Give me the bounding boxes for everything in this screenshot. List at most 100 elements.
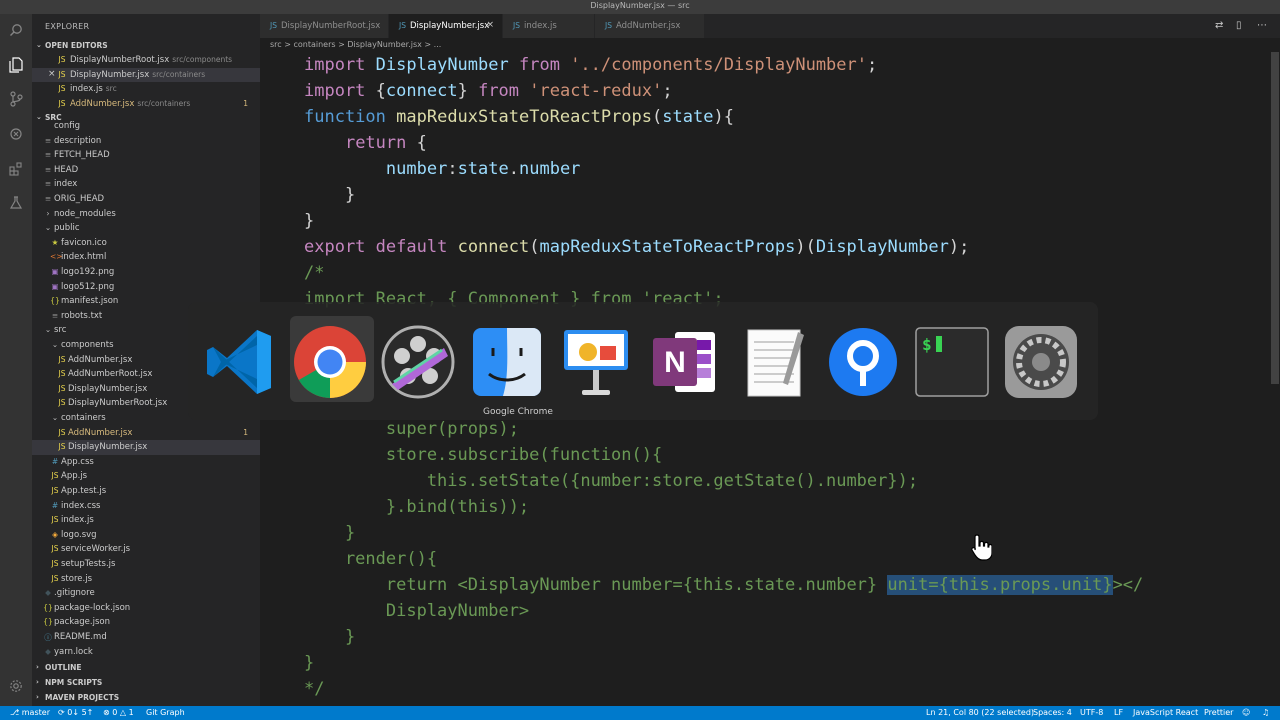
file-item[interactable]: ★ favicon.ico xyxy=(32,236,260,251)
files-icon[interactable] xyxy=(8,57,24,73)
feedback-icon[interactable]: ☺ xyxy=(1242,708,1250,717)
editor-scrollbar[interactable] xyxy=(1270,52,1280,706)
file-name: DisplayNumberRoot.jsx xyxy=(68,398,168,409)
code-line: store.subscribe(function(){ xyxy=(304,445,663,465)
code-line: super(props); xyxy=(304,419,519,439)
prettier-formatter[interactable]: Prettier xyxy=(1204,708,1233,717)
problems-status[interactable]: ⊗ 0 △ 1 xyxy=(103,708,134,717)
file-name: public xyxy=(54,223,80,234)
tab-displaynumberroot[interactable]: JS DisplayNumberRoot.jsx xyxy=(260,14,389,38)
open-editor-item[interactable]: JS DisplayNumberRoot.jsx src/components xyxy=(32,53,260,68)
vscode-icon[interactable] xyxy=(203,324,279,400)
chevron-icon: › xyxy=(46,208,50,218)
file-item[interactable]: JS store.js xyxy=(32,572,260,587)
open-editor-item[interactable]: × JS DisplayNumber.jsx src/containers xyxy=(32,67,260,83)
file-item[interactable]: ≡ HEAD xyxy=(32,163,260,178)
file-item[interactable]: {} package-lock.json xyxy=(32,601,260,616)
encoding[interactable]: UTF-8 xyxy=(1080,708,1103,717)
file-item[interactable]: ◈ logo.svg xyxy=(32,528,260,543)
file-item[interactable]: ⓘ README.md xyxy=(32,630,260,645)
more-actions-icon[interactable]: ⋯ xyxy=(1257,20,1267,31)
keynote-icon[interactable] xyxy=(558,324,634,400)
folder-item[interactable]: ⌄ public xyxy=(32,221,260,236)
textedit-icon[interactable] xyxy=(736,324,812,400)
open-changes-icon[interactable]: ⇄ xyxy=(1215,20,1223,31)
debug-icon[interactable] xyxy=(8,126,24,142)
maven-projects-section[interactable]: › MAVEN PROJECTS xyxy=(32,691,260,705)
folder-item[interactable]: › node_modules xyxy=(32,207,260,222)
file-item[interactable]: JS index.js xyxy=(32,513,260,528)
file-name: robots.txt xyxy=(61,310,103,321)
system-preferences-icon[interactable] xyxy=(1003,324,1079,400)
close-icon[interactable]: × xyxy=(48,69,56,79)
file-name: FETCH_HEAD xyxy=(54,150,110,161)
open-editor-item[interactable]: JS AddNumber.jsx src/containers 1 xyxy=(32,97,260,112)
file-item[interactable]: ◆ .gitignore xyxy=(32,586,260,601)
extensions-icon[interactable] xyxy=(8,161,24,177)
file-item[interactable]: ▣ logo512.png xyxy=(32,280,260,295)
search-icon[interactable] xyxy=(8,22,24,38)
cursor-position[interactable]: Ln 21, Col 80 (22 selected) xyxy=(926,708,1034,717)
file-item[interactable]: JS setupTests.js xyxy=(32,557,260,572)
onenote-icon[interactable]: N xyxy=(647,324,723,400)
svg-text:N: N xyxy=(664,346,686,379)
file-name: DisplayNumberRoot.jsx src/components xyxy=(70,55,232,65)
file-name-text: AddNumber.jsx xyxy=(70,98,135,109)
file-item[interactable]: JS AddNumber.jsx 1 xyxy=(32,426,260,441)
file-item[interactable]: JS App.js xyxy=(32,469,260,484)
branch-status[interactable]: ⎇ master xyxy=(10,708,50,717)
file-name: README.md xyxy=(54,632,107,642)
file-item[interactable]: JS DisplayNumber.jsx xyxy=(32,440,260,455)
settings-gear-icon[interactable] xyxy=(8,678,24,694)
tab-index[interactable]: JS index.js xyxy=(503,14,595,38)
final-cut-icon[interactable] xyxy=(380,324,456,400)
npm-scripts-section[interactable]: › NPM SCRIPTS xyxy=(32,676,260,690)
git-graph-button[interactable]: Git Graph xyxy=(146,708,185,717)
open-editors-section[interactable]: ⌄ OPEN EDITORS xyxy=(32,39,260,53)
code-line: export default connect(mapReduxStateToRe… xyxy=(304,237,970,257)
end-of-line[interactable]: LF xyxy=(1114,708,1123,717)
test-flask-icon[interactable] xyxy=(8,195,24,211)
js-file-icon: JS xyxy=(58,55,66,64)
file-item[interactable]: config xyxy=(32,119,260,134)
scrollbar-thumb[interactable] xyxy=(1271,52,1279,384)
file-name: yarn.lock xyxy=(54,646,93,657)
file-name: package.json xyxy=(54,617,110,628)
breadcrumb[interactable]: src > containers > DisplayNumber.jsx > .… xyxy=(270,40,441,49)
finder-icon[interactable] xyxy=(469,324,545,400)
file-item[interactable]: ≡ ORIG_HEAD xyxy=(32,192,260,207)
notifications-bell-icon[interactable]: ♫ xyxy=(1262,708,1269,717)
terminal-icon[interactable]: $ xyxy=(914,324,990,400)
source-control-icon[interactable] xyxy=(8,91,24,107)
problem-count-badge: 1 xyxy=(243,98,248,108)
sourcetree-icon[interactable] xyxy=(825,324,901,400)
file-type-icon: JS xyxy=(58,354,66,364)
split-editor-icon[interactable]: ▯ xyxy=(1236,20,1242,31)
file-item[interactable]: # index.css xyxy=(32,499,260,514)
file-item[interactable]: JS App.test.js xyxy=(32,484,260,499)
file-item[interactable]: # App.css xyxy=(32,455,260,470)
language-mode[interactable]: JavaScript React xyxy=(1133,708,1198,717)
file-name: index xyxy=(54,179,78,190)
file-name: config xyxy=(54,121,81,131)
tab-displaynumber[interactable]: JS DisplayNumber.jsx × xyxy=(389,14,503,38)
chrome-icon[interactable] xyxy=(292,324,368,400)
outline-section[interactable]: › OUTLINE xyxy=(32,661,260,675)
file-item[interactable]: JS serviceWorker.js xyxy=(32,542,260,557)
file-type-icon: JS xyxy=(51,559,59,568)
file-item[interactable]: ≡ FETCH_HEAD xyxy=(32,148,260,163)
indentation[interactable]: Spaces: 4 xyxy=(1033,708,1072,717)
close-icon[interactable]: × xyxy=(486,20,494,30)
file-item[interactable]: ≡ description xyxy=(32,134,260,149)
file-item[interactable]: ◆ yarn.lock xyxy=(32,645,260,660)
file-item[interactable]: ▣ logo192.png xyxy=(32,265,260,280)
file-item[interactable]: {} package.json xyxy=(32,615,260,630)
file-item[interactable]: ≡ index xyxy=(32,177,260,192)
sync-status[interactable]: ⟳ 0↓ 5↑ xyxy=(58,708,93,717)
open-editor-item[interactable]: JS index.js src xyxy=(32,82,260,97)
chevron-right-icon: › xyxy=(36,663,39,671)
file-item[interactable]: <> index.html xyxy=(32,250,260,265)
js-file-icon: JS xyxy=(58,69,66,79)
tab-addnumber[interactable]: JS AddNumber.jsx xyxy=(595,14,705,38)
js-file-icon: JS xyxy=(270,21,277,30)
